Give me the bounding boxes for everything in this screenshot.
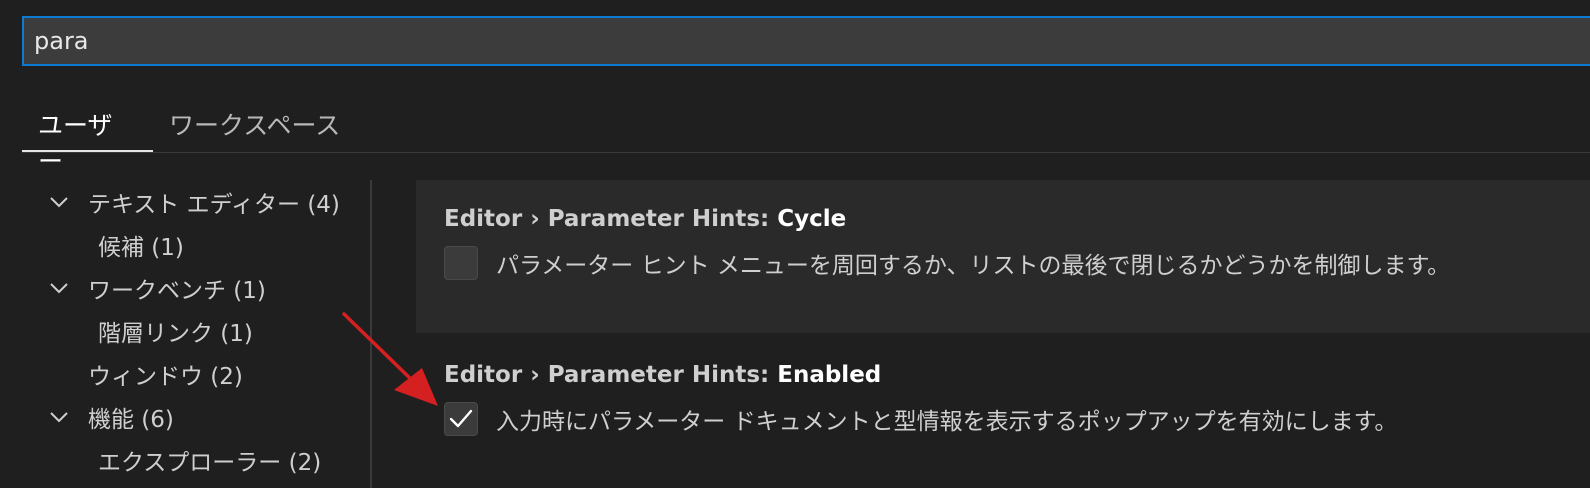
- setting-parameter-hints-cycle: Editor › Parameter Hints: Cycle パラメーター ヒ…: [444, 206, 1584, 280]
- tree-item-explorer[interactable]: エクスプローラー (2): [40, 438, 368, 481]
- cycle-checkbox[interactable]: [444, 246, 478, 280]
- tab-user-label: ユーザー: [38, 111, 113, 176]
- chevron-down-icon: [48, 406, 70, 428]
- tree-item-breadcrumbs[interactable]: 階層リンク (1): [40, 309, 368, 352]
- setting-title: Editor › Parameter Hints: Cycle: [444, 206, 1584, 232]
- settings-toc-tree: テキスト エディター (4) 候補 (1) ワークベンチ (1) 階層リンク (…: [40, 180, 368, 481]
- setting-category: Editor › Parameter Hints:: [444, 206, 778, 232]
- tree-item-text-editor[interactable]: テキスト エディター (4): [40, 180, 368, 223]
- tree-item-label: テキスト エディター (4): [88, 191, 340, 218]
- tree-item-workbench[interactable]: ワークベンチ (1): [40, 266, 368, 309]
- setting-value-row: 入力時にパラメーター ドキュメントと型情報を表示するポップアップを有効にします。: [444, 402, 1584, 436]
- tree-item-label: 階層リンク (1): [98, 320, 253, 347]
- tab-workspace[interactable]: ワークスペース: [153, 106, 356, 152]
- setting-title: Editor › Parameter Hints: Enabled: [444, 362, 1584, 388]
- settings-search-input[interactable]: para: [22, 16, 1590, 66]
- settings-scope-tabs: ユーザー ワークスペース: [22, 90, 1590, 176]
- tree-item-label: 機能 (6): [88, 406, 174, 433]
- settings-editor: para ユーザー ワークスペース テキスト エディター (4) 候補 (1) …: [0, 0, 1590, 488]
- setting-category: Editor › Parameter Hints:: [444, 362, 778, 388]
- chevron-down-icon: [48, 191, 70, 213]
- tree-item-features[interactable]: 機能 (6): [40, 395, 368, 438]
- tree-item-label: エクスプローラー (2): [98, 449, 322, 476]
- setting-name: Cycle: [777, 206, 847, 232]
- tab-workspace-label: ワークスペース: [169, 111, 341, 140]
- tab-user[interactable]: ユーザー: [22, 106, 153, 176]
- setting-description: パラメーター ヒント メニューを周回するか、リストの最後で閉じるかどうかを制御し…: [496, 253, 1451, 279]
- tree-item-label: ワークベンチ (1): [88, 277, 266, 304]
- tree-item-suggest[interactable]: 候補 (1): [40, 223, 368, 266]
- setting-description: 入力時にパラメーター ドキュメントと型情報を表示するポップアップを有効にします。: [496, 409, 1398, 435]
- tree-item-window[interactable]: ウィンドウ (2): [40, 352, 368, 395]
- tree-item-label: 候補 (1): [98, 234, 184, 261]
- enabled-checkbox[interactable]: [444, 402, 478, 436]
- tree-item-label: ウィンドウ (2): [88, 363, 243, 390]
- checkmark-icon: [449, 409, 473, 428]
- setting-value-row: パラメーター ヒント メニューを周回するか、リストの最後で閉じるかどうかを制御し…: [444, 246, 1584, 280]
- search-input-value: para: [34, 27, 89, 55]
- setting-name: Enabled: [777, 362, 882, 388]
- chevron-down-icon: [48, 277, 70, 299]
- red-arrow-icon: [342, 312, 438, 406]
- setting-parameter-hints-enabled: Editor › Parameter Hints: Enabled 入力時にパラ…: [444, 362, 1584, 436]
